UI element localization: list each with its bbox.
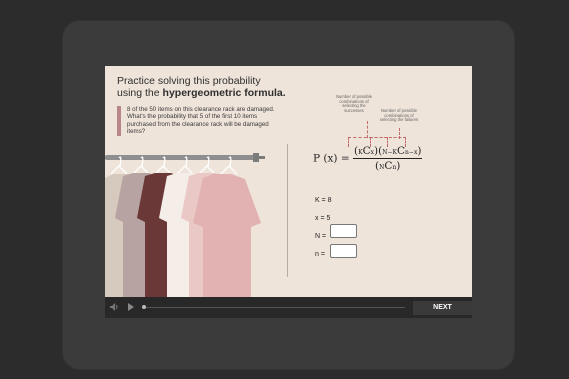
formula-numerator: (KCx)(N−KCn−x) [353,145,423,159]
rack-bracket [259,156,265,159]
clothing-rack-illustration [105,153,265,297]
player-controls: NEXT [105,297,472,318]
small-n-input[interactable] [330,244,357,258]
formula-lhs: P (x) = [313,152,350,165]
note-successes: Number of possible combinations of selec… [335,94,373,113]
den-post: n [392,164,397,171]
failures-connector [399,128,400,139]
var-k: K = 8 [315,197,332,204]
title-line-1: Practice solving this probability [117,75,261,87]
title-line-2-bold: hypergeometric formula. [162,87,286,99]
problem-statement: 8 of the 50 items on this clearance rack… [117,106,275,136]
c1-post: x [370,149,375,156]
slide-canvas: Practice solving this probability using … [105,66,472,297]
play-icon[interactable] [127,302,135,314]
formula-fraction: (KCx)(N−KCn−x) (NCn) [353,145,423,172]
formula-denominator: (NCn) [375,160,401,172]
next-button[interactable]: NEXT [413,301,472,315]
note-failures: Number of possible combinations of selec… [379,108,419,123]
progress-handle[interactable] [142,305,146,309]
volume-icon[interactable] [109,302,119,314]
shirt-pink [193,174,261,297]
big-n-input[interactable] [330,224,357,238]
var-x: x = 5 [315,215,331,222]
slide-divider [287,144,288,277]
slide-title: Practice solving this probability using … [117,75,317,99]
c2-pre: N−K [382,149,397,156]
title-line-2-prefix: using the [117,87,163,99]
rack-rod [105,155,255,160]
c2-post: n−x [405,149,418,156]
progress-track[interactable] [143,307,405,308]
rack-end-cap [253,153,259,162]
hypergeometric-formula: P (x) = (KCx)(N−KCn−x) (NCn) [313,145,423,172]
c2-base: C [397,145,406,157]
successes-connector [367,121,368,138]
var-small-n-label: n = [315,251,325,258]
var-big-n-label: N = [315,233,327,240]
c1-base: C [362,145,371,157]
